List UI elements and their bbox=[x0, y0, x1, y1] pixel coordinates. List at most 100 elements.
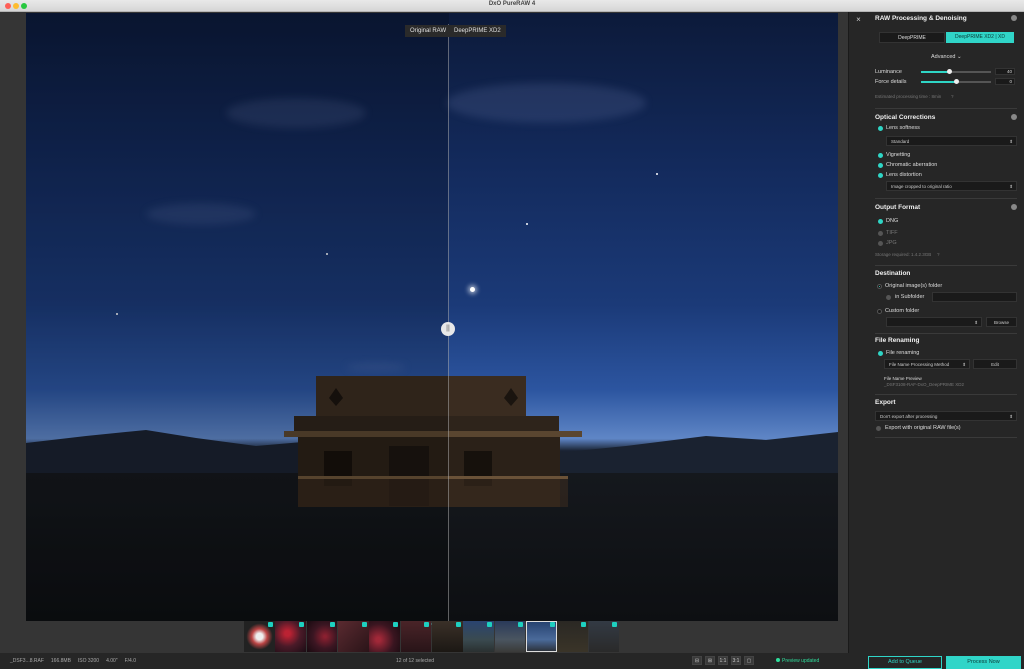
thumbnail[interactable] bbox=[557, 621, 589, 652]
lens-softness-select[interactable]: Standard ⬍ bbox=[886, 136, 1017, 146]
filesize: 166.8MB bbox=[50, 658, 71, 664]
custom-folder-radio[interactable] bbox=[877, 309, 882, 314]
filmstrip bbox=[244, 621, 620, 653]
selected-check-icon[interactable] bbox=[393, 622, 399, 627]
thumbnail[interactable] bbox=[306, 621, 338, 652]
add-to-queue-button[interactable]: Add to Queue bbox=[868, 656, 942, 669]
info-icon[interactable] bbox=[1011, 204, 1017, 210]
dropdown-arrow-icon: ⬍ bbox=[1009, 414, 1013, 419]
export-title: Export bbox=[875, 399, 896, 406]
settings-panel: × RAW Processing & Denoising DeepPRIME D… bbox=[848, 12, 1024, 653]
luminance-value[interactable]: 40 bbox=[995, 68, 1015, 75]
thumbnail[interactable] bbox=[431, 621, 463, 652]
edit-button[interactable]: Edit bbox=[973, 359, 1017, 369]
app-title: DxO PureRAW 4 bbox=[488, 1, 536, 7]
processing-time-estimate: Estimated processing time : 8min bbox=[875, 94, 942, 99]
luminance-slider-fill bbox=[921, 71, 949, 73]
after-label: DeepPRIME XD2 bbox=[449, 25, 506, 37]
jpg-toggle[interactable] bbox=[878, 241, 883, 246]
vignetting-toggle[interactable] bbox=[878, 153, 883, 158]
advanced-toggle[interactable]: Advanced ⌄ bbox=[931, 54, 962, 60]
selected-check-icon[interactable] bbox=[612, 622, 618, 627]
subfolder-toggle[interactable] bbox=[886, 295, 891, 300]
before-label: Original RAW bbox=[405, 25, 452, 37]
lens-distortion-toggle[interactable] bbox=[878, 173, 883, 178]
dng-toggle[interactable] bbox=[878, 219, 883, 224]
thumbnail-selected[interactable] bbox=[525, 621, 557, 652]
process-now-button[interactable]: Process Now bbox=[946, 656, 1021, 669]
selected-check-icon[interactable] bbox=[518, 622, 524, 627]
selected-check-icon[interactable] bbox=[361, 622, 367, 627]
preview-image[interactable] bbox=[26, 13, 838, 621]
divider bbox=[875, 108, 1017, 109]
status-bar: _DSF3...8.RAF 166.8MB ISO 3200 4.00" F/4… bbox=[0, 653, 1024, 669]
storage-required: Storage required: 1.4.2.3GB bbox=[875, 252, 932, 257]
dropdown-arrow-icon: ⬍ bbox=[1009, 139, 1013, 144]
renaming-method-select[interactable]: File Name Processing Method ⬍ bbox=[884, 359, 970, 369]
deepprime-xd2-mode-button[interactable]: DeepPRIME XD2 | XD bbox=[946, 32, 1014, 43]
zoom-3-1-button[interactable]: 3:1 bbox=[731, 656, 741, 665]
selected-check-icon[interactable] bbox=[330, 622, 336, 627]
preview-status-text: Preview updated bbox=[782, 658, 820, 664]
thumbnail[interactable] bbox=[400, 621, 432, 652]
thumbnail[interactable] bbox=[337, 621, 369, 652]
chromatic-aberration-label: Chromatic aberration bbox=[886, 162, 938, 168]
selected-check-icon[interactable] bbox=[267, 622, 273, 627]
thumbnail[interactable] bbox=[463, 621, 495, 652]
selection-count: 12 of 12 selected bbox=[396, 658, 435, 664]
original-folder-radio[interactable] bbox=[877, 284, 882, 289]
help-icon[interactable]: ? bbox=[937, 252, 940, 257]
custom-folder-label: Custom folder bbox=[885, 308, 920, 314]
selected-check-icon[interactable] bbox=[455, 622, 461, 627]
export-raw-toggle[interactable] bbox=[876, 426, 881, 431]
destination-title: Destination bbox=[875, 270, 911, 277]
help-icon[interactable]: ? bbox=[951, 94, 954, 99]
zoom-1-1-button[interactable]: 1:1 bbox=[718, 656, 728, 665]
image-viewer[interactable]: || Original RAW DeepPRIME XD2 ⌄ bbox=[0, 12, 848, 653]
file-renaming-toggle[interactable] bbox=[878, 351, 883, 356]
filename: _DSF3...8.RAF bbox=[10, 658, 44, 664]
info-icon[interactable] bbox=[1011, 114, 1017, 120]
force-details-value[interactable]: 0 bbox=[995, 78, 1015, 85]
selected-check-icon[interactable] bbox=[581, 622, 587, 627]
export-select[interactable]: Don't export after processing ⬍ bbox=[875, 411, 1017, 421]
luminance-label: Luminance bbox=[875, 69, 902, 75]
thumbnail[interactable] bbox=[244, 621, 275, 652]
export-raw-label: Export with original RAW file(s) bbox=[885, 425, 961, 431]
chromatic-aberration-toggle[interactable] bbox=[878, 163, 883, 168]
divider bbox=[875, 198, 1017, 199]
star bbox=[656, 173, 658, 175]
selected-check-icon[interactable] bbox=[424, 622, 430, 627]
fit-view-icon[interactable]: ▢ bbox=[744, 656, 754, 665]
deepprime-mode-button[interactable]: DeepPRIME bbox=[879, 32, 945, 43]
custom-folder-select[interactable]: ⬍ bbox=[886, 317, 982, 327]
bright-planet bbox=[470, 287, 475, 292]
image-info: _DSF3...8.RAF 166.8MB ISO 3200 4.00" F/4… bbox=[10, 658, 136, 664]
compare-view-icon[interactable]: ⊟ bbox=[692, 656, 702, 665]
lens-softness-toggle[interactable] bbox=[878, 126, 883, 131]
file-renaming-label: File renaming bbox=[886, 350, 920, 356]
star bbox=[526, 223, 528, 225]
lens-distortion-label: Lens distortion bbox=[886, 172, 922, 178]
force-details-slider-fill bbox=[921, 81, 956, 83]
subfolder-label: in Subfolder bbox=[895, 294, 925, 300]
selected-check-icon[interactable] bbox=[549, 622, 555, 627]
loupe-view-icon[interactable]: ⊞ bbox=[705, 656, 715, 665]
thumbnail[interactable] bbox=[275, 621, 307, 652]
subfolder-name-input[interactable] bbox=[932, 292, 1017, 302]
tiff-toggle[interactable] bbox=[878, 231, 883, 236]
luminance-slider-knob[interactable] bbox=[946, 69, 952, 74]
aperture: F/4.0 bbox=[124, 658, 136, 664]
divider bbox=[875, 437, 1017, 438]
thumbnail[interactable] bbox=[588, 621, 620, 652]
browse-button[interactable]: Browse bbox=[986, 317, 1017, 327]
thumbnail[interactable] bbox=[494, 621, 526, 652]
selected-check-icon[interactable] bbox=[299, 622, 305, 627]
selected-check-icon[interactable] bbox=[487, 622, 493, 627]
info-icon[interactable] bbox=[1011, 15, 1017, 21]
force-details-slider-knob[interactable] bbox=[953, 79, 959, 84]
close-panel-icon[interactable]: × bbox=[853, 14, 864, 25]
split-handle[interactable]: || bbox=[441, 322, 455, 336]
thumbnail[interactable] bbox=[369, 621, 401, 652]
lens-distortion-select[interactable]: Image cropped to original ratio ⬍ bbox=[886, 181, 1017, 191]
